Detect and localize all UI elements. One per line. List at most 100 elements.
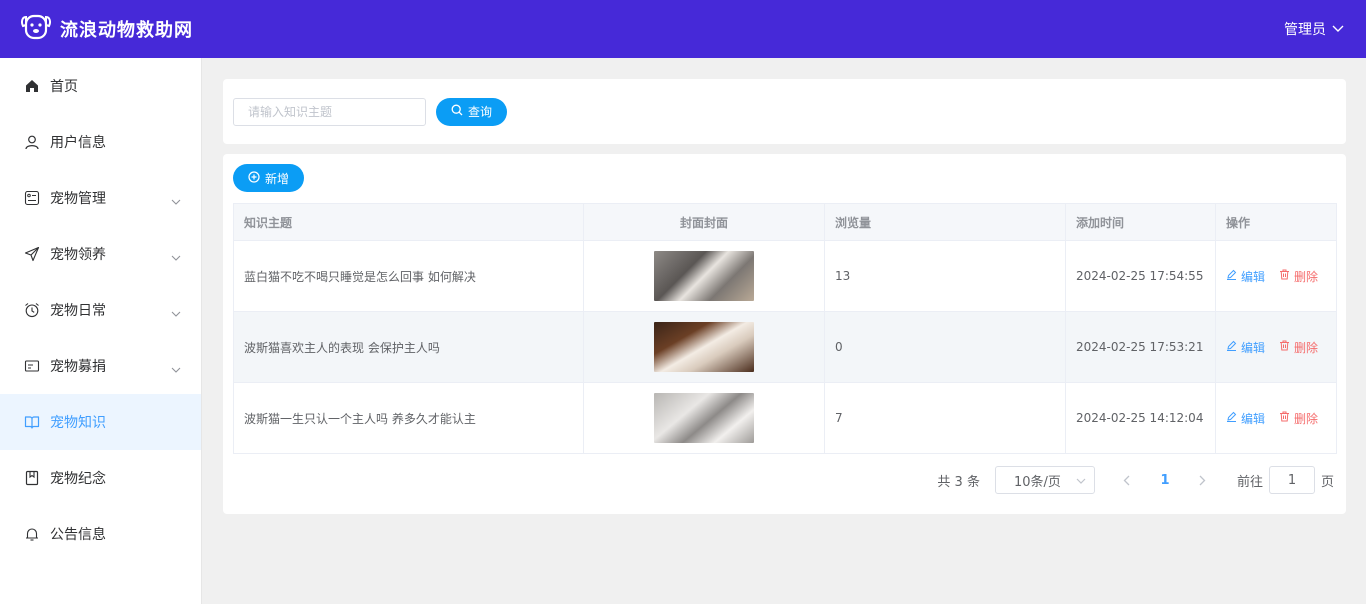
goto-suffix: 页 [1320, 474, 1334, 490]
column-header-cover: 封面封面 [583, 203, 825, 241]
cell-time: 2024-02-25 14:12:04 [1065, 382, 1216, 454]
send-icon [23, 245, 41, 263]
plus-circle-icon [248, 170, 260, 186]
sidebar-item-3[interactable]: 宠物领养 [0, 226, 201, 282]
site-title: 流浪动物救助网 [60, 20, 193, 41]
sidebar-item-label: 宠物纪念 [50, 471, 106, 487]
knowledge-search-input[interactable] [233, 97, 426, 126]
search-icon [451, 104, 463, 119]
cell-cover [583, 382, 825, 454]
sidebar-item-1[interactable]: 用户信息 [0, 114, 201, 170]
main-content: 查询 新增 知识主题 封面封面 浏览量 添加时间 操作 蓝白猫不 [223, 79, 1346, 514]
add-button-label: 新增 [265, 171, 290, 186]
column-header-title: 知识主题 [233, 203, 584, 241]
sidebar-item-label: 宠物知识 [50, 415, 106, 431]
delete-button[interactable]: 删除 [1279, 410, 1318, 427]
sidebar-item-5[interactable]: 宠物募捐 [0, 338, 201, 394]
cell-views: 7 [824, 382, 1066, 454]
cell-actions: 编辑 删除 [1215, 311, 1337, 383]
goto-prefix: 前往 [1236, 474, 1263, 490]
sidebar-item-8[interactable]: 公告信息 [0, 506, 201, 562]
sidebar-item-7[interactable]: 宠物纪念 [0, 450, 201, 506]
user-menu[interactable]: 管理员 [1284, 19, 1344, 39]
sidebar-item-6[interactable]: 宠物知识 [0, 394, 201, 450]
next-page-button[interactable] [1185, 466, 1221, 494]
edit-icon [1226, 269, 1237, 283]
chevron-down-icon [171, 193, 181, 209]
cell-actions: 编辑 删除 [1215, 240, 1337, 312]
edit-label: 编辑 [1241, 269, 1266, 284]
bell-icon [23, 525, 41, 543]
sidebar-item-label: 首页 [50, 79, 78, 95]
column-header-time: 添加时间 [1065, 203, 1216, 241]
goto-page: 前往 页 [1237, 466, 1334, 494]
sidebar-item-label: 宠物管理 [50, 191, 106, 207]
prev-page-button[interactable] [1109, 466, 1145, 494]
notebook-icon [23, 469, 41, 487]
table-row: 波斯猫一生只认一个主人吗 养多久才能认主 7 2024-02-25 14:12:04… [233, 382, 1337, 454]
top-header: 流浪动物救助网 管理员 [0, 0, 1366, 58]
column-header-actions: 操作 [1215, 203, 1337, 241]
search-panel: 查询 [223, 79, 1346, 144]
sidebar-item-label: 宠物日常 [50, 303, 106, 319]
cell-cover [583, 240, 825, 312]
delete-button[interactable]: 删除 [1279, 268, 1318, 285]
goto-page-input[interactable] [1268, 466, 1315, 494]
page-number-current[interactable]: 1 [1145, 466, 1185, 494]
cat-cover-image[interactable] [654, 393, 754, 443]
sidebar-item-0[interactable]: 首页 [0, 58, 201, 114]
edit-button[interactable]: 编辑 [1226, 268, 1265, 285]
cell-title: 蓝白猫不吃不喝只睡觉是怎么回事 如何解决 [233, 240, 584, 312]
cell-views: 13 [824, 240, 1066, 312]
edit-button[interactable]: 编辑 [1226, 339, 1265, 356]
edit-icon [1226, 340, 1237, 354]
cell-views: 0 [824, 311, 1066, 383]
list-icon [23, 189, 41, 207]
delete-label: 删除 [1294, 340, 1319, 355]
trash-icon [1279, 411, 1290, 425]
edit-button[interactable]: 编辑 [1226, 410, 1265, 427]
table-panel: 新增 知识主题 封面封面 浏览量 添加时间 操作 蓝白猫不吃不喝只睡觉是怎么回事… [223, 154, 1346, 514]
table-row: 波斯猫喜欢主人的表现 会保护主人吗 0 2024-02-25 17:53:21 编辑 删… [233, 311, 1337, 383]
sidebar-item-label: 用户信息 [50, 135, 106, 151]
cat-cover-image[interactable] [654, 322, 754, 372]
add-button[interactable]: 新增 [233, 164, 305, 192]
chevron-down-icon [1076, 473, 1086, 488]
edit-icon [1226, 411, 1237, 425]
cell-time: 2024-02-25 17:54:55 [1065, 240, 1216, 312]
sidebar-item-label: 宠物募捐 [50, 359, 106, 375]
trash-icon [1279, 340, 1290, 354]
book-icon [23, 413, 41, 431]
delete-label: 删除 [1294, 411, 1319, 426]
brand[interactable]: 流浪动物救助网 [20, 13, 193, 45]
sidebar-item-2[interactable]: 宠物管理 [0, 170, 201, 226]
page-size-select[interactable]: 10条/页 [994, 466, 1095, 494]
delete-button[interactable]: 删除 [1279, 339, 1318, 356]
sidebar-item-label: 宠物领养 [50, 247, 106, 263]
search-button[interactable]: 查询 [436, 97, 508, 126]
cat-cover-image[interactable] [654, 251, 754, 301]
sidebar: 首页用户信息宠物管理宠物领养宠物日常宠物募捐宠物知识宠物纪念公告信息 [0, 58, 202, 604]
table-row: 蓝白猫不吃不喝只睡觉是怎么回事 如何解决 13 2024-02-25 17:54:5… [233, 240, 1337, 312]
chevron-down-icon [1332, 21, 1344, 37]
pagination-total: 共 3 条 [937, 474, 980, 490]
cell-actions: 编辑 删除 [1215, 382, 1337, 454]
dog-logo-icon [20, 13, 52, 45]
trash-icon [1279, 269, 1290, 283]
pagination: 共 3 条 10条/页 1 前往 页 [233, 466, 1336, 494]
cell-time: 2024-02-25 17:53:21 [1065, 311, 1216, 383]
sidebar-item-4[interactable]: 宠物日常 [0, 282, 201, 338]
sidebar-item-label: 公告信息 [50, 527, 106, 543]
chevron-down-icon [171, 361, 181, 377]
home-icon [23, 77, 41, 95]
user-name: 管理员 [1284, 22, 1326, 38]
delete-label: 删除 [1294, 269, 1319, 284]
chevron-down-icon [171, 249, 181, 265]
cell-title: 波斯猫喜欢主人的表现 会保护主人吗 [233, 311, 584, 383]
page-size-value: 10条/页 [1013, 474, 1061, 490]
column-header-views: 浏览量 [824, 203, 1066, 241]
edit-label: 编辑 [1241, 411, 1266, 426]
table-header-row: 知识主题 封面封面 浏览量 添加时间 操作 [233, 203, 1337, 241]
user-icon [23, 133, 41, 151]
knowledge-table: 知识主题 封面封面 浏览量 添加时间 操作 蓝白猫不吃不喝只睡觉是怎么回事 如何… [233, 203, 1337, 454]
